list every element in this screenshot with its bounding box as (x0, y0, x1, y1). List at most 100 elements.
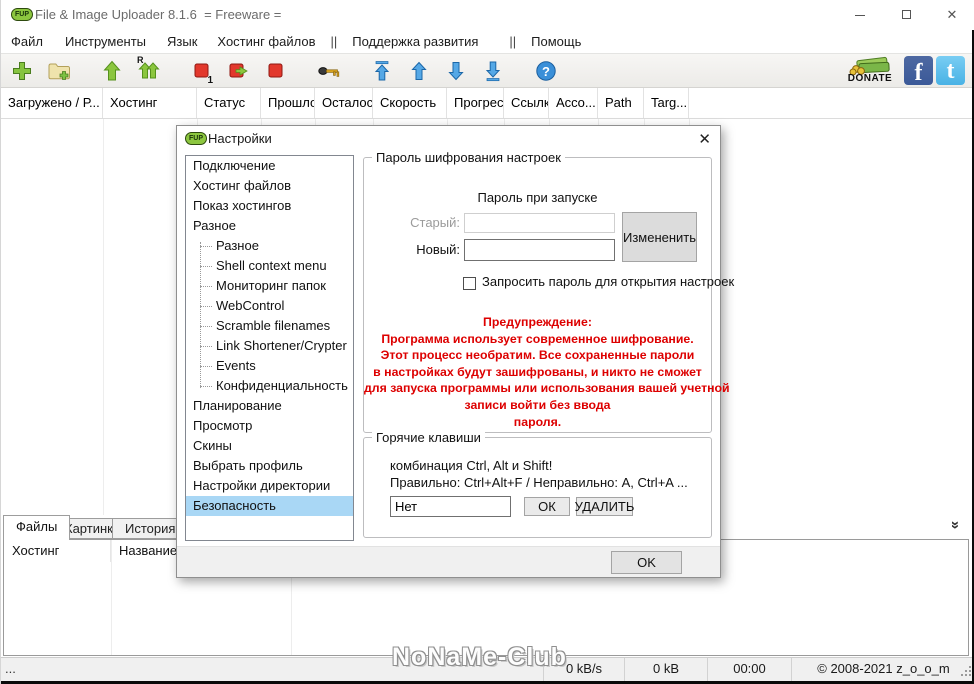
column-header-uploaded[interactable]: Загружено / Р... (1, 88, 103, 118)
tree-item-privacy[interactable]: Конфиденциальность (186, 376, 353, 396)
column-header-remaining[interactable]: Осталось (315, 88, 373, 118)
move-bottom-icon[interactable] (480, 58, 506, 84)
tree-item-link-shortener[interactable]: Link Shortener/Crypter (186, 336, 353, 356)
old-password-label: Старый: (410, 215, 460, 230)
help-icon[interactable]: ? (533, 58, 559, 84)
close-button[interactable]: ✕ (929, 0, 974, 30)
donate-label: DONATE (847, 73, 893, 84)
tree-item-security[interactable]: Безопасность (186, 496, 353, 516)
hotkey-input[interactable] (390, 496, 511, 517)
resize-grip[interactable] (961, 666, 963, 668)
column-divider (111, 540, 112, 655)
dialog-close-icon[interactable]: ✕ (698, 130, 711, 148)
maximize-button[interactable] (883, 0, 929, 30)
move-top-icon[interactable] (369, 58, 395, 84)
window-title: File & Image Uploader 8.1.6 = Freeware = (35, 7, 282, 22)
ask-password-checkbox[interactable] (463, 277, 476, 290)
column-header-link[interactable]: Ссылка (504, 88, 549, 118)
column-header-progress[interactable]: Прогресс (447, 88, 504, 118)
collapse-panel-icon[interactable]: » (947, 521, 964, 529)
menu-separator: || (509, 34, 517, 49)
ask-password-checkbox-label[interactable]: Запросить пароль для открытия настроек (482, 274, 734, 289)
hotkey-ok-button[interactable]: ОК (524, 497, 570, 516)
menu-item-help[interactable]: Помощь (523, 32, 589, 51)
menu-bar: Файл Инструменты Язык Хостинг файлов || … (1, 30, 974, 53)
retry-badge: R (137, 54, 144, 65)
tree-item-scramble-filenames[interactable]: Scramble filenames (186, 316, 353, 336)
column-header-hosting-bottom[interactable]: Хостинг (4, 540, 111, 562)
status-copyright: © 2008-2021 z_o_o_m (791, 658, 974, 681)
stop-one-badge: 1 (207, 74, 213, 86)
stop-one-icon[interactable]: 1 (189, 58, 215, 86)
status-total-size: 0 kB (624, 658, 707, 681)
new-password-input[interactable] (464, 239, 615, 261)
tab-files[interactable]: Файлы (3, 515, 71, 540)
tree-item-misc-sub[interactable]: Разное (186, 236, 353, 256)
dialog-title: Настройки (208, 131, 272, 146)
status-left-text: ... (5, 661, 16, 676)
tree-item-folder-monitoring[interactable]: Мониторинг папок (186, 276, 353, 296)
hotkey-delete-button[interactable]: УДАЛИТЬ (575, 497, 634, 516)
column-header-hosting[interactable]: Хостинг (103, 88, 197, 118)
column-header-status[interactable]: Статус (197, 88, 261, 118)
move-down-icon[interactable] (443, 58, 469, 84)
hotkeys-group: Горячие клавиши комбинация Ctrl, Alt и S… (363, 430, 712, 538)
settings-tree[interactable]: Подключение Хостинг файлов Показ хостинг… (185, 155, 354, 541)
tree-item-webcontrol[interactable]: WebControl (186, 296, 353, 316)
tree-item-file-hosting[interactable]: Хостинг файлов (186, 176, 353, 196)
menu-item-tools[interactable]: Инструменты (57, 32, 154, 51)
key-icon[interactable] (316, 58, 342, 84)
main-list-header: Загружено / Р... Хостинг Статус Прошло О… (1, 88, 974, 119)
encryption-warning: Предупреждение: Программа использует сов… (364, 315, 730, 429)
move-up-icon[interactable] (406, 58, 432, 84)
dialog-ok-button[interactable]: OK (611, 551, 682, 574)
tree-item-show-hostings[interactable]: Показ хостингов (186, 196, 353, 216)
tree-item-events[interactable]: Events (186, 356, 353, 376)
column-header-elapsed[interactable]: Прошло (261, 88, 315, 118)
dialog-title-bar[interactable]: FUP Настройки ✕ (177, 126, 720, 152)
tree-item-connection[interactable]: Подключение (186, 156, 353, 176)
hotkeys-group-legend: Горячие клавиши (372, 430, 485, 445)
menu-item-support-development[interactable]: Поддержка развития (344, 32, 486, 51)
password-group-legend: Пароль шифрования настроек (372, 150, 565, 165)
stop-all-icon[interactable] (263, 58, 289, 84)
tree-item-directory-settings[interactable]: Настройки директории (186, 476, 353, 496)
tree-item-choose-profile[interactable]: Выбрать профиль (186, 456, 353, 476)
tree-item-scheduling[interactable]: Планирование (186, 396, 353, 416)
add-files-icon[interactable] (9, 58, 35, 84)
title-bar: FUP File & Image Uploader 8.1.6 = Freewa… (1, 0, 974, 30)
twitter-icon[interactable]: t (936, 55, 965, 85)
upload-icon[interactable] (99, 58, 125, 84)
tree-item-view[interactable]: Просмотр (186, 416, 353, 436)
watermark-text: NoNaMe-Club (392, 643, 567, 671)
password-at-startup-label: Пароль при запуске (477, 190, 598, 205)
menu-item-file-hosting[interactable]: Хостинг файлов (209, 32, 323, 51)
toolbar: R 1 ? (1, 53, 974, 88)
column-header-target[interactable]: Targ... (644, 88, 689, 118)
status-time: 00:00 (707, 658, 791, 681)
change-password-button[interactable]: Измененить (622, 212, 697, 262)
donate-button[interactable]: DONATE (839, 56, 901, 84)
app-logo-icon: FUP (11, 8, 33, 21)
new-password-label: Новый: (416, 242, 460, 257)
add-folder-icon[interactable] (46, 58, 72, 84)
tree-item-skins[interactable]: Скины (186, 436, 353, 456)
dialog-logo-icon: FUP (185, 132, 207, 145)
stop-and-continue-icon[interactable] (226, 58, 252, 84)
column-header-account[interactable]: Acco... (549, 88, 598, 118)
tree-item-shell-context-menu[interactable]: Shell context menu (186, 256, 353, 276)
upload-all-icon[interactable]: R (136, 54, 162, 84)
menu-item-file[interactable]: Файл (3, 32, 51, 51)
app-window: FUP File & Image Uploader 8.1.6 = Freewa… (0, 0, 974, 684)
menu-item-language[interactable]: Язык (159, 32, 205, 51)
password-group: Пароль шифрования настроек Пароль при за… (363, 150, 734, 433)
menu-separator: || (330, 34, 338, 49)
toolbar-right-cluster: DONATE f t (839, 52, 965, 88)
old-password-input[interactable] (464, 213, 615, 233)
minimize-button[interactable] (837, 0, 883, 30)
settings-dialog: FUP Настройки ✕ Подключение Хостинг файл… (176, 125, 734, 578)
tree-item-misc[interactable]: Разное (186, 216, 353, 236)
column-header-speed[interactable]: Скорость (373, 88, 447, 118)
facebook-icon[interactable]: f (904, 55, 933, 85)
column-header-path[interactable]: Path (598, 88, 644, 118)
